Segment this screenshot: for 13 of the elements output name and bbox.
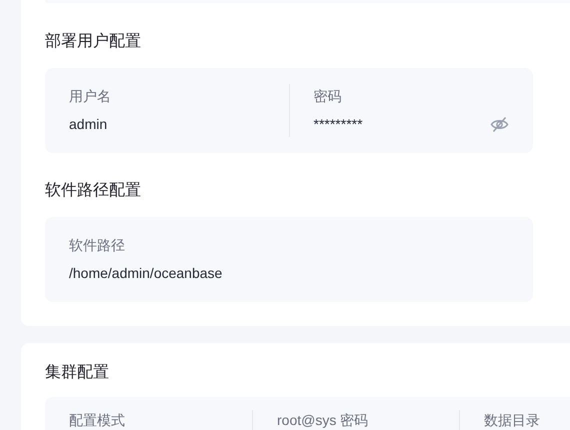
column-label: root@sys 密码 [277, 412, 368, 428]
eye-slash-icon[interactable] [490, 116, 509, 132]
field-value: admin [69, 115, 108, 133]
section-title: 部署用户配置 [45, 32, 142, 52]
field-label: 软件路径 [69, 237, 126, 254]
column-label: 数据目录 [484, 412, 540, 428]
field-value: /home/admin/oceanbase [69, 264, 222, 282]
section-title: 软件路径配置 [45, 181, 142, 201]
section-title: 集群配置 [45, 363, 110, 383]
field-value: ********* [314, 115, 363, 133]
column-label: 配置模式 [69, 412, 125, 428]
field-label: 用户名 [69, 88, 112, 105]
field-label: 密码 [314, 88, 342, 105]
